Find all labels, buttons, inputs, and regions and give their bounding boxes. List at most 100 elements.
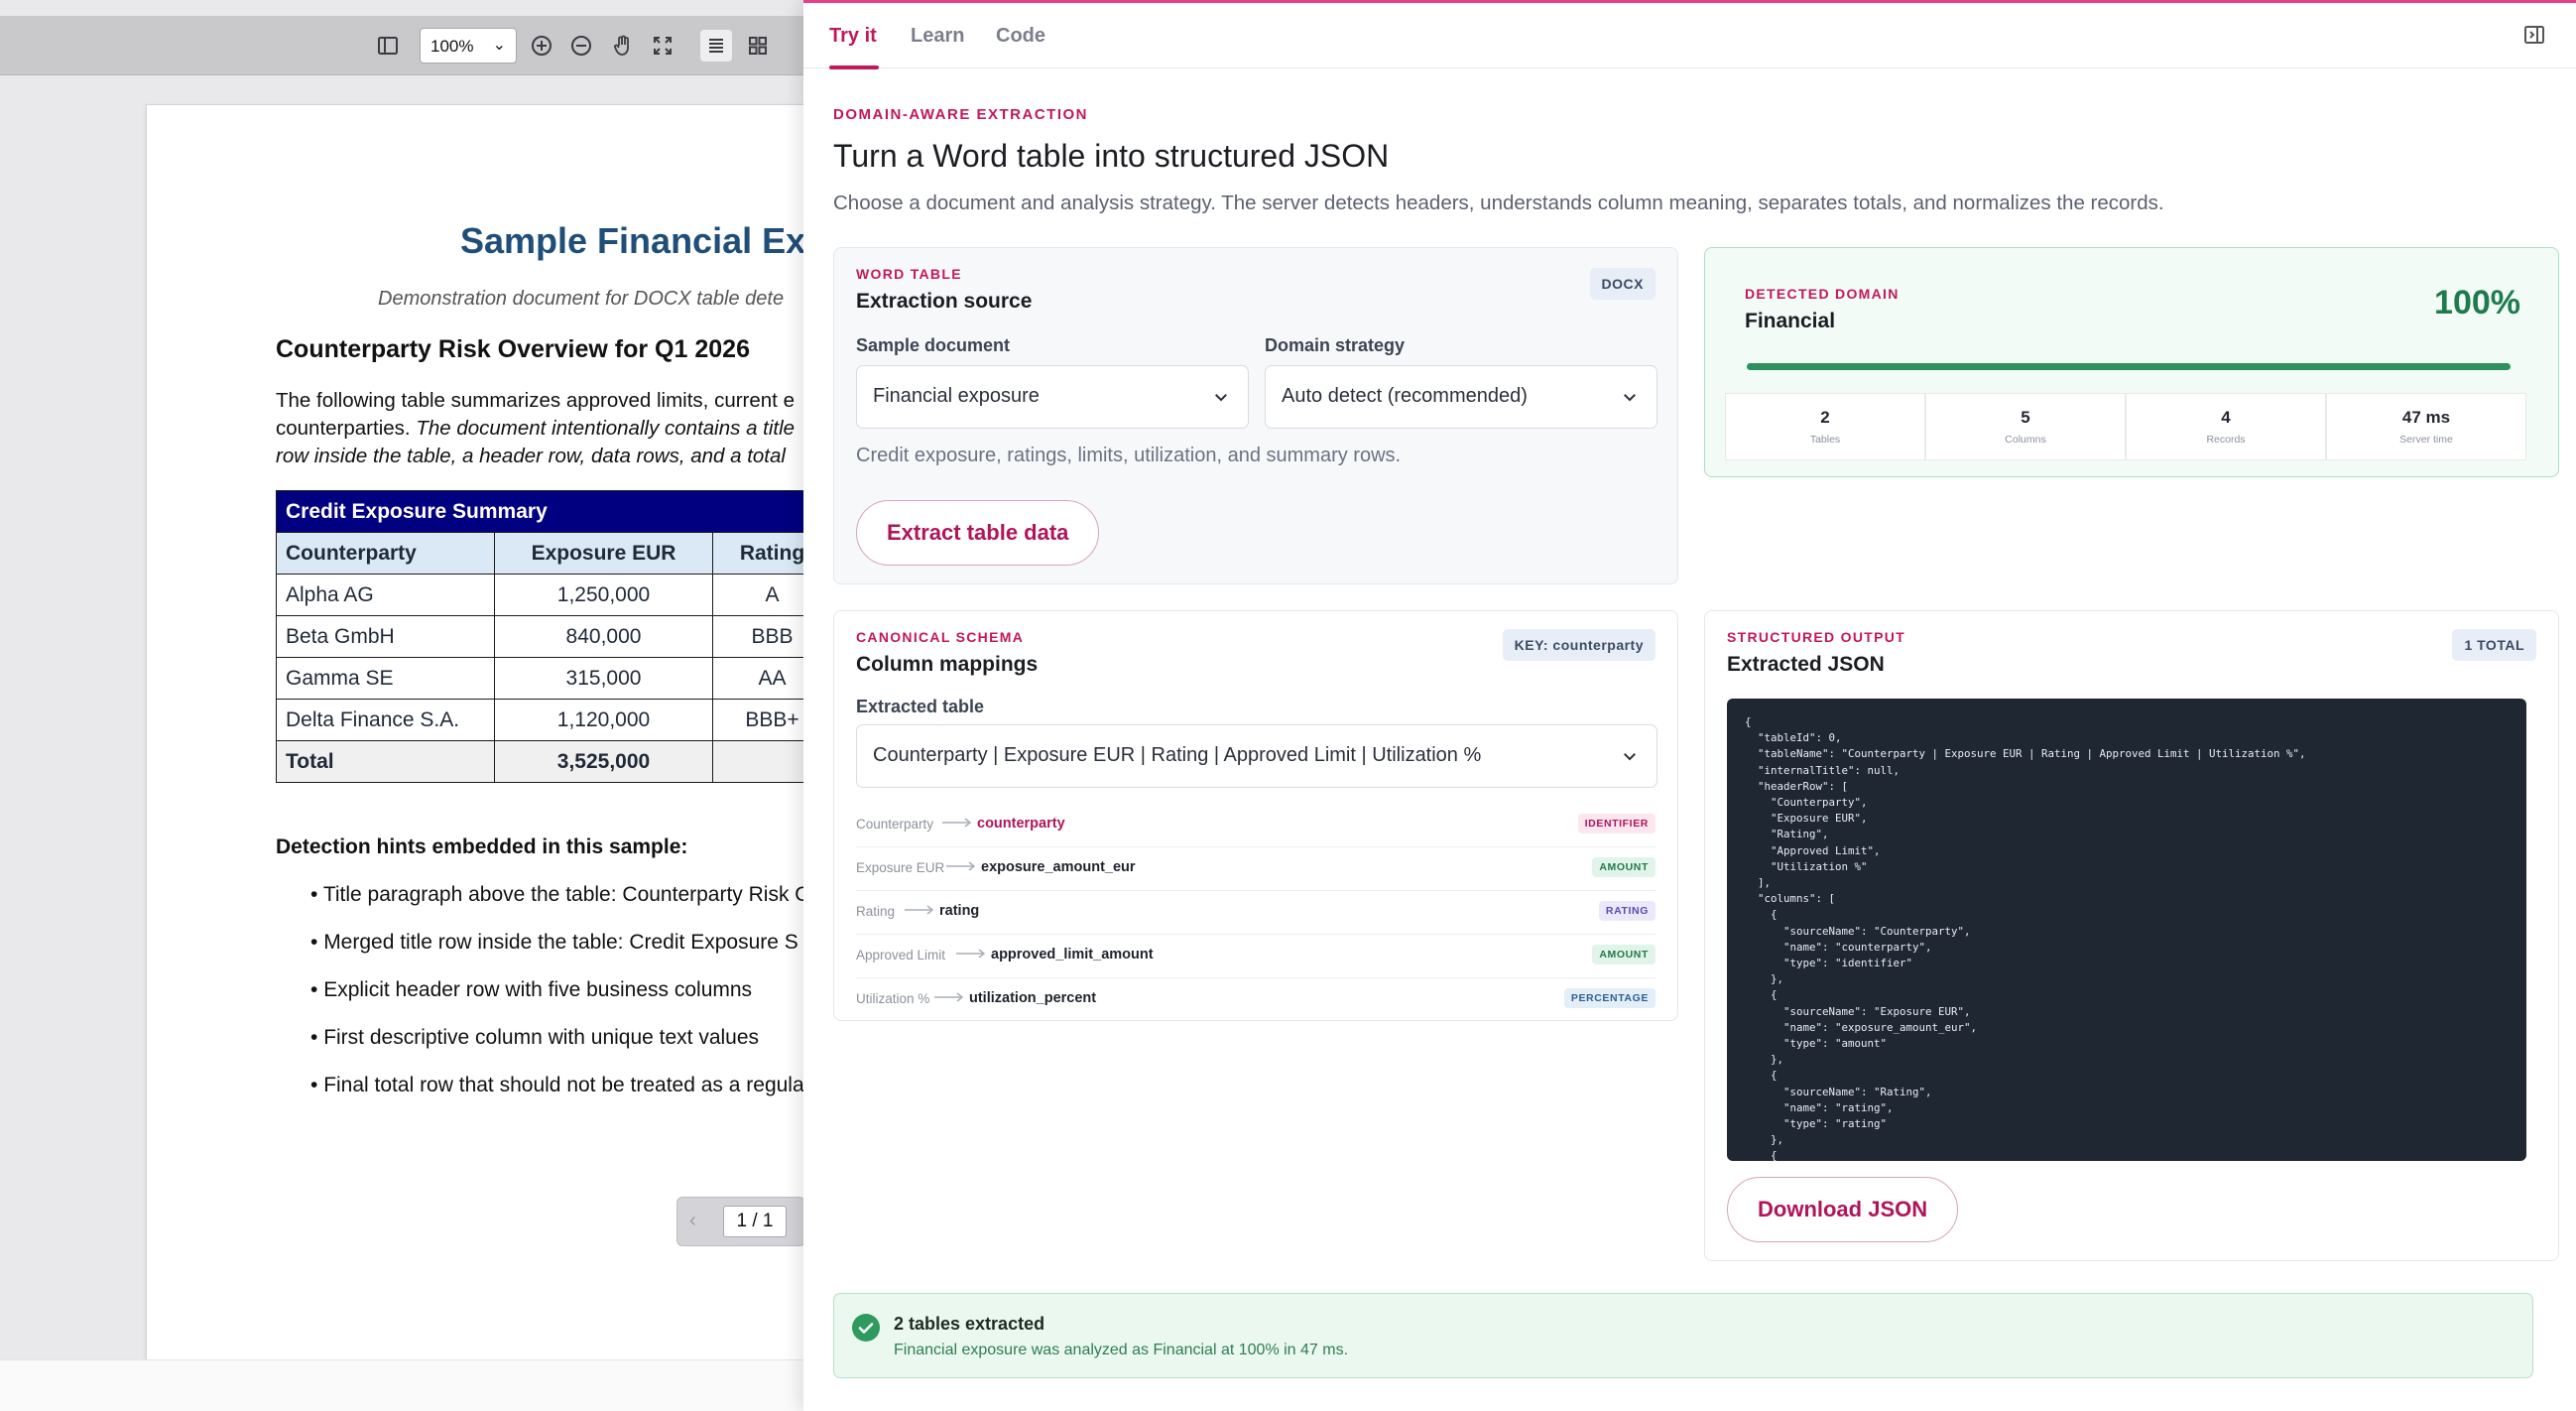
mapping-source: Counterparty [856,817,934,832]
success-banner: 2 tables extracted Financial exposure wa… [833,1293,2533,1378]
collapse-panel-icon[interactable] [2522,23,2546,47]
success-description: Financial exposure was analyzed as Finan… [894,1342,1349,1358]
viewer-toolbar: 100% ⌄ [0,16,805,75]
document-viewer: 100% ⌄ Sample Financial Ex Demonstration… [0,0,805,1411]
mapping-type-badge: AMOUNT [1592,945,1656,964]
mapping-source: Rating [856,904,896,919]
zoom-in-icon[interactable] [526,30,557,62]
table-cell: A [712,574,805,616]
table-cell: Beta GmbH [276,615,495,658]
mapping-row: Counterparty counterparty IDENTIFIER [856,804,1656,847]
hand-tool-icon[interactable] [607,30,639,62]
tab-try-it[interactable]: Try it [829,25,877,48]
mapping-row: Utilization % utilization_percent PERCEN… [856,978,1656,1022]
table-header-cell: Exposure EUR [494,532,713,575]
domain-strategy-label: Domain strategy [1265,335,1406,355]
sample-document-select[interactable]: Financial exposure [856,365,1249,429]
table-cell: Delta Finance S.A. [276,699,495,741]
table-row: Gamma SE 315,000 AA [276,657,805,700]
arrow-right-icon [956,949,986,959]
mapping-source: Utilization % [856,991,930,1006]
table-cell [712,740,805,783]
mapping-type-badge: RATING [1598,901,1656,921]
success-title: 2 tables extracted [894,1314,1045,1334]
mapping-type-badge: PERCENTAGE [1563,988,1656,1008]
sample-document-value: Financial exposure [873,385,1040,407]
domain-strategy-value: Auto detect (recommended) [1282,385,1528,407]
zoom-out-icon[interactable] [565,30,597,62]
zoom-select[interactable]: 100% ⌄ [420,28,517,64]
table-cell: BBB+ [712,699,805,741]
table-row: Delta Finance S.A. 1,120,000 BBB+ [276,699,805,741]
total-badge: 1 TOTAL [2452,629,2536,661]
stat-columns: 5 Columns [1925,393,2126,460]
card-eyebrow: WORD TABLE [856,266,962,282]
extracted-table-value: Counterparty | Exposure EUR | Rating | A… [873,744,1482,766]
page-navigator: ‹ 1 / 1 [676,1197,805,1246]
tab-bar: Try it Learn Code [803,3,2576,69]
tab-learn[interactable]: Learn [911,25,964,48]
card-title: Extraction source [856,290,1033,313]
sample-document-label: Sample document [856,335,1011,355]
tab-code[interactable]: Code [996,25,1045,48]
chevron-down-icon [1215,394,1227,402]
document-heading: Counterparty Risk Overview for Q1 2026 [276,335,750,363]
page-number[interactable]: 1 / 1 [723,1206,787,1237]
extracted-table-label: Extracted table [856,697,985,716]
document-paragraph-line: counterparties. The document intentional… [276,417,796,440]
chevron-down-icon [1624,753,1636,761]
mapping-target: rating [939,903,980,919]
table-merged-title: Credit Exposure Summary [276,490,805,533]
stat-label: Tables [1809,434,1841,446]
detected-domain-name: Financial [1745,310,1836,332]
grid-view-icon[interactable] [742,30,774,62]
table-cell: Gamma SE [276,657,495,700]
table-cell: 3,525,000 [494,740,713,783]
active-tab-indicator [829,65,879,69]
stat-records: 4 Records [2126,393,2326,460]
table-cell: Total [276,740,495,783]
extract-table-data-button[interactable]: Extract table data [856,500,1100,566]
section-eyebrow: DOMAIN-AWARE EXTRACTION [833,106,1088,123]
card-eyebrow: CANONICAL SCHEMA [856,629,1025,645]
fit-page-icon[interactable] [647,30,678,62]
table-row: Beta GmbH 840,000 BBB [276,615,805,658]
chevron-down-icon: ⌄ [492,37,506,54]
mapping-target: utilization_percent [969,990,1097,1006]
table-cell: 1,120,000 [494,699,713,741]
hint-item: • Explicit header row with five business… [310,978,753,1001]
detected-domain-card: DETECTED DOMAIN Financial 100% 2 Tables … [1704,247,2559,477]
mapping-target: exposure_amount_eur [981,859,1136,875]
hint-item: • Merged title row inside the table: Cre… [310,931,798,954]
arrow-right-icon [934,992,964,1002]
check-circle-icon [852,1314,880,1342]
chevron-left-icon[interactable]: ‹ [689,1210,696,1232]
table-header-cell: Counterparty [276,532,495,575]
hint-item: • First descriptive column with unique t… [310,1026,760,1049]
table-cell: Alpha AG [276,574,495,616]
download-json-button[interactable]: Download JSON [1727,1177,1959,1242]
sample-description: Credit exposure, ratings, limits, utiliz… [856,445,1402,466]
json-preview[interactable]: { "tableId": 0, "tableName": "Counterpar… [1727,699,2526,1161]
domain-strategy-select[interactable]: Auto detect (recommended) [1265,365,1657,429]
chevron-down-icon [1624,394,1636,402]
mapping-row: Approved Limit approved_limit_amount AMO… [856,935,1656,978]
table-cell: 315,000 [494,657,713,700]
sidebar-toggle-icon[interactable] [372,30,404,62]
table-cell: 1,250,000 [494,574,713,616]
extraction-source-card: WORD TABLE Extraction source DOCX Sample… [833,247,1678,584]
stat-tables: 2 Tables [1725,393,1925,460]
stat-value: 47 ms [2401,408,2451,427]
arrow-right-icon [942,818,972,828]
table-header-cell: Rating [712,532,805,575]
stat-value: 5 [2021,408,2030,427]
single-page-icon[interactable] [700,30,732,62]
viewer-footer [0,1359,805,1411]
arrow-right-icon [905,905,934,915]
extracted-table-select[interactable]: Counterparty | Exposure EUR | Rating | A… [856,724,1657,788]
mapping-source: Approved Limit [856,948,946,962]
arrow-right-icon [946,861,976,871]
stat-value: 4 [2221,408,2231,427]
stat-label: Records [2206,434,2246,446]
zoom-value: 100% [430,37,474,56]
